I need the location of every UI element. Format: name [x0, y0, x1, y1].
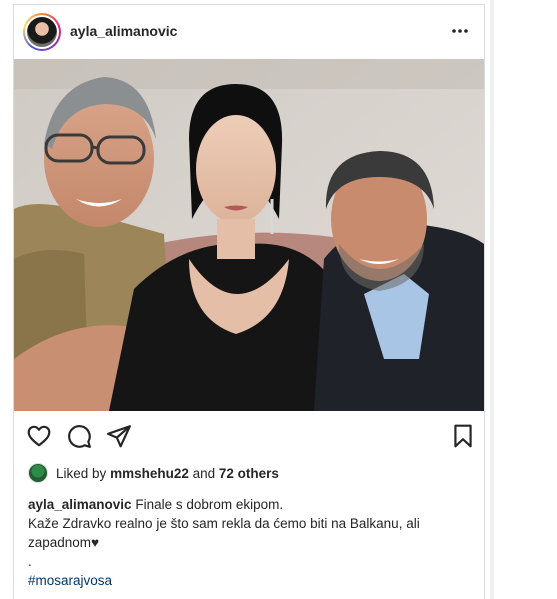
story-ring[interactable] — [23, 13, 61, 51]
instagram-post: ayla_alimanovic Liked by mmshehu22 and 7… — [13, 4, 485, 599]
share-icon[interactable] — [106, 423, 132, 449]
post-header: ayla_alimanovic — [14, 5, 484, 59]
liker-username[interactable]: mmshehu22 — [110, 466, 189, 481]
caption-text-line2: Kaže Zdravko realno je što sam rekla da … — [28, 516, 420, 531]
likes-others-link[interactable]: 72 others — [219, 466, 279, 481]
caption-text-line1: Finale s dobrom ekipom. — [135, 497, 284, 512]
liker-avatar[interactable] — [28, 463, 48, 483]
likes-text: Liked by mmshehu22 and 72 others — [56, 466, 279, 481]
post-photo[interactable] — [14, 59, 484, 411]
comment-icon[interactable] — [66, 423, 92, 449]
caption-text-line3: zapadnom♥ — [28, 535, 100, 550]
avatar — [27, 17, 57, 47]
caption-text-line4: . — [28, 554, 32, 569]
page-scrollbar[interactable] — [490, 0, 494, 599]
post-caption: ayla_alimanovic Finale s dobrom ekipom. … — [28, 495, 478, 590]
post-username[interactable]: ayla_alimanovic — [70, 23, 177, 39]
heart-icon[interactable] — [26, 423, 52, 449]
more-options-icon[interactable] — [450, 21, 470, 41]
bookmark-icon[interactable] — [450, 423, 476, 449]
selfie-image — [14, 59, 484, 411]
post-actions — [14, 423, 484, 451]
caption-hashtag[interactable]: #mosarajvosa — [28, 571, 478, 590]
likes-row: Liked by mmshehu22 and 72 others — [28, 463, 478, 485]
caption-author[interactable]: ayla_alimanovic — [28, 497, 132, 512]
